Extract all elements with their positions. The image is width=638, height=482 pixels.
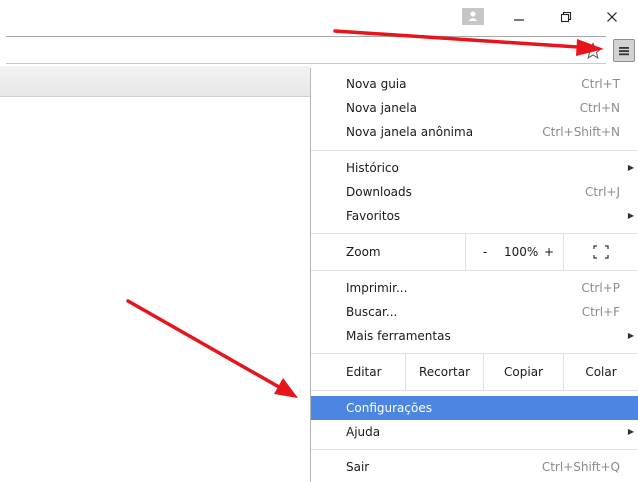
- menu-item-find[interactable]: Buscar... Ctrl+F: [311, 300, 638, 324]
- menu-item-shortcut: Ctrl+Shift+N: [542, 125, 620, 139]
- menu-item-print[interactable]: Imprimir... Ctrl+P: [311, 276, 638, 300]
- menu-item-label: Nova janela anônima: [346, 125, 474, 139]
- menu-item-label: Nova guia: [346, 77, 407, 91]
- submenu-arrow-icon: ▶: [627, 427, 634, 436]
- menu-item-more-tools[interactable]: Mais ferramentas ▶: [311, 324, 638, 348]
- menu-item-shortcut: Ctrl+J: [585, 185, 620, 199]
- menu-item-shortcut: Ctrl+T: [581, 77, 620, 91]
- minimize-button[interactable]: [505, 6, 533, 28]
- bookmarks-bar: [0, 66, 310, 97]
- menu-item-settings[interactable]: Configurações: [311, 396, 638, 420]
- paste-button[interactable]: Colar: [563, 354, 638, 390]
- submenu-arrow-icon: ▶: [627, 331, 634, 340]
- zoom-controls: - 100% +: [465, 234, 563, 270]
- menu-item-exit[interactable]: Sair Ctrl+Shift+Q: [311, 455, 638, 479]
- menu-item-new-window[interactable]: Nova janela Ctrl+N: [311, 96, 638, 120]
- zoom-in-button[interactable]: +: [542, 234, 556, 270]
- close-icon: [607, 12, 617, 22]
- hamburger-icon: [619, 46, 629, 55]
- zoom-label: Zoom: [346, 245, 381, 259]
- chrome-menu-button[interactable]: [613, 39, 635, 62]
- menu-item-shortcut: Ctrl+F: [581, 305, 620, 319]
- menu-item-label: Histórico: [346, 161, 399, 175]
- chrome-menu: Nova guia Ctrl+T Nova janela Ctrl+N Nova…: [310, 68, 638, 482]
- annotation-arrow-settings: [126, 299, 298, 398]
- menu-item-label: Imprimir...: [346, 281, 408, 295]
- menu-item-label: Configurações: [346, 401, 432, 415]
- menu-item-label: Sair: [346, 460, 370, 474]
- menu-separator: [311, 390, 638, 391]
- menu-item-bookmarks[interactable]: Favoritos ▶: [311, 204, 638, 228]
- minimize-icon: [514, 19, 524, 21]
- window-caption: [0, 0, 638, 34]
- menu-item-label: Favoritos: [346, 209, 401, 223]
- zoom-row: Zoom - 100% +: [311, 234, 638, 270]
- menu-item-label: Mais ferramentas: [346, 329, 451, 343]
- menu-item-downloads[interactable]: Downloads Ctrl+J: [311, 180, 638, 204]
- menu-separator: [311, 150, 638, 151]
- address-bar[interactable]: [6, 36, 606, 64]
- menu-item-incognito[interactable]: Nova janela anônima Ctrl+Shift+N: [311, 120, 638, 144]
- menu-item-label: Ajuda: [346, 425, 381, 439]
- menu-item-new-tab[interactable]: Nova guia Ctrl+T: [311, 72, 638, 96]
- profile-button[interactable]: [462, 8, 484, 25]
- menu-item-shortcut: Ctrl+Shift+Q: [541, 460, 620, 474]
- zoom-level: 100%: [504, 245, 539, 259]
- edit-label: Editar: [346, 365, 382, 379]
- submenu-arrow-icon: ▶: [627, 211, 634, 220]
- menu-item-label: Downloads: [346, 185, 412, 199]
- restore-button[interactable]: [552, 6, 580, 28]
- menu-item-shortcut: Ctrl+P: [581, 281, 620, 295]
- restore-icon: [560, 11, 572, 23]
- person-icon: [468, 11, 478, 21]
- menu-item-label: Nova janela: [346, 101, 417, 115]
- menu-item-history[interactable]: Histórico ▶: [311, 156, 638, 180]
- close-button[interactable]: [598, 6, 626, 28]
- submenu-arrow-icon: ▶: [627, 163, 634, 172]
- fullscreen-icon: [593, 245, 609, 259]
- fullscreen-button[interactable]: [563, 234, 638, 270]
- zoom-out-button[interactable]: -: [478, 234, 492, 270]
- cut-button[interactable]: Recortar: [405, 354, 483, 390]
- star-icon[interactable]: [584, 42, 602, 60]
- menu-item-help[interactable]: Ajuda ▶: [311, 420, 638, 444]
- menu-item-shortcut: Ctrl+N: [579, 101, 620, 115]
- menu-item-label: Buscar...: [346, 305, 398, 319]
- menu-separator: [311, 270, 638, 271]
- edit-row: Editar Recortar Copiar Colar: [311, 354, 638, 390]
- copy-button[interactable]: Copiar: [483, 354, 563, 390]
- menu-separator: [311, 449, 638, 450]
